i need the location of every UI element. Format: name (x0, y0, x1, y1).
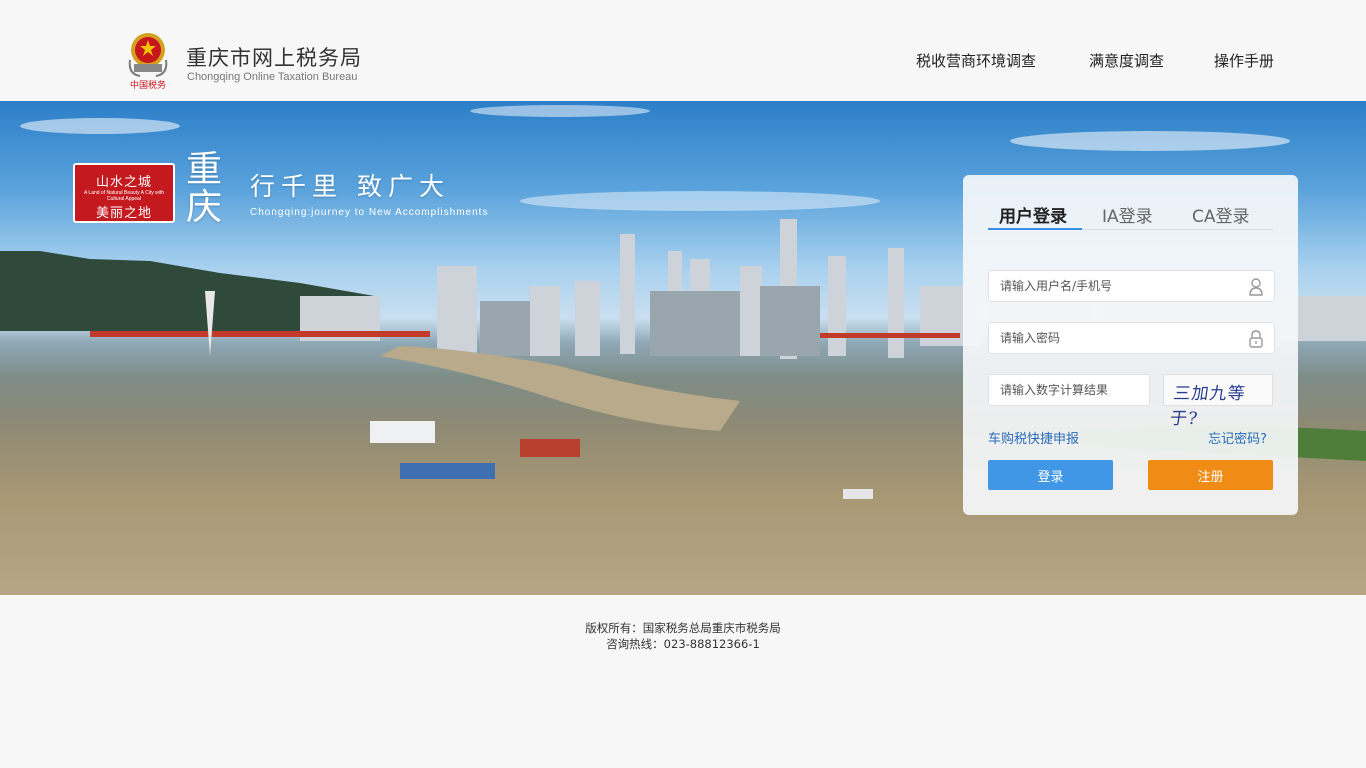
site-subtitle: Chongqing Online Taxation Bureau (187, 71, 358, 83)
username-field (988, 270, 1275, 302)
tab-ia-login[interactable]: IA登录 (1102, 202, 1153, 227)
password-field (988, 322, 1275, 354)
nav-business-environment-survey[interactable]: 税收营商环境调查 (916, 50, 1036, 71)
city-calligraphy: 重庆 (186, 149, 223, 228)
active-tab-indicator (988, 228, 1082, 230)
forgot-password-link[interactable]: 忘记密码? (1208, 428, 1267, 447)
captcha-text: 三加九等于? (1168, 384, 1247, 429)
slogan-seal: 山水之城 A Land of Natural Beauty A City wit… (73, 163, 175, 223)
user-icon (1249, 278, 1263, 296)
footer-hotline: 咨询热线：023-88812366-1 (606, 637, 760, 651)
username-input[interactable] (989, 271, 1229, 301)
site-title: 重庆市网上税务局 (186, 46, 362, 70)
vehicle-tax-quick-filing-link[interactable]: 车购税快捷申报 (988, 428, 1079, 447)
footer-copyright: 版权所有：国家税务总局重庆市税务局 (585, 621, 781, 635)
captcha-field (988, 374, 1150, 406)
svg-text:中国税务: 中国税务 (130, 79, 166, 91)
login-panel: 用户登录 IA登录 CA登录 三加九等于? 车购税快捷申报 忘记密码? 登录 注… (963, 175, 1298, 515)
login-button[interactable]: 登录 (988, 460, 1113, 490)
tab-user-login[interactable]: 用户登录 (999, 202, 1067, 227)
nav-user-manual[interactable]: 操作手册 (1214, 50, 1274, 71)
captcha-image[interactable]: 三加九等于? (1163, 374, 1273, 429)
footer: 版权所有：国家税务总局重庆市税务局 咨询热线：023-88812366-1 (0, 595, 1366, 768)
lock-icon (1249, 330, 1263, 348)
header: 中国税务 重庆市网上税务局 Chongqing Online Taxation … (0, 0, 1366, 101)
slogan-english: Chongqing:journey to New Accomplishments (250, 207, 489, 218)
captcha-input[interactable] (989, 375, 1139, 405)
register-button[interactable]: 注册 (1148, 460, 1273, 490)
tab-ca-login[interactable]: CA登录 (1192, 202, 1250, 227)
nav-satisfaction-survey[interactable]: 满意度调查 (1089, 50, 1164, 71)
password-input[interactable] (989, 323, 1229, 353)
tax-emblem-logo: 中国税务 (128, 33, 168, 91)
slogan-calligraphy: 行千里 致广大 (250, 172, 450, 201)
